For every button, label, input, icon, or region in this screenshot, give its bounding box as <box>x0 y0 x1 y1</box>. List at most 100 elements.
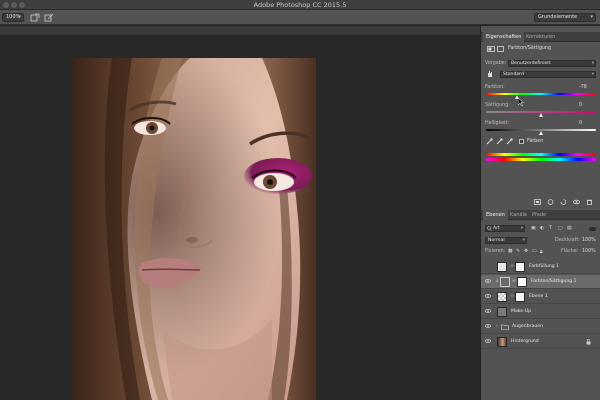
targeted-adjustment-hand-icon[interactable] <box>486 70 494 78</box>
link-icon: ∞ <box>510 264 514 269</box>
mouse-cursor-icon <box>518 98 524 106</box>
visibility-eye-icon[interactable] <box>485 294 491 298</box>
filter-pixel-icon[interactable]: ▣ <box>531 226 536 231</box>
lock-label: Fixieren: <box>485 249 506 254</box>
layer-name: Farbton/Sättigung 1 <box>531 279 577 284</box>
tab-paths[interactable]: Pfade <box>529 210 549 220</box>
lightness-value[interactable]: 0 <box>579 121 582 126</box>
visibility-eye-icon[interactable] <box>485 279 491 283</box>
hue-saturation-icon <box>497 46 504 52</box>
view-previous-state-icon[interactable] <box>547 199 554 205</box>
layer-mask-thumbnail <box>517 277 527 287</box>
filter-smart-object-icon[interactable]: ▤ <box>567 226 572 231</box>
lightness-slider-thumb[interactable] <box>538 131 543 135</box>
hue-slider-track[interactable] <box>486 93 596 95</box>
document-canvas[interactable] <box>72 58 316 400</box>
minimize-window-button[interactable] <box>11 2 17 8</box>
channel-value: Standard <box>503 72 524 77</box>
chevron-down-icon: ▾ <box>590 14 593 20</box>
tab-adjustments[interactable]: Korrekturen <box>523 32 558 42</box>
workspace-select[interactable]: Grundelemente ▾ <box>534 13 596 22</box>
layer-name: Ebene 1 <box>529 294 548 299</box>
channel-select[interactable]: Standard ▾ <box>500 71 596 78</box>
chevron-down-icon: ▾ <box>591 72 594 77</box>
window-title: Adobe Photoshop CC 2015.5 <box>253 1 347 9</box>
layer-name: Make-Up <box>511 309 532 314</box>
trash-icon[interactable] <box>586 199 593 205</box>
eyedropper-minus-icon[interactable] <box>506 138 513 145</box>
fill-value[interactable]: 100% <box>582 249 596 254</box>
chevron-down-icon: ▾ <box>18 14 21 20</box>
tab-properties[interactable]: Eigenschaften <box>483 32 525 42</box>
layer-row-augenbrauen[interactable]: › Augenbrauen <box>481 320 600 334</box>
visibility-eye-icon[interactable] <box>485 324 491 328</box>
folder-icon <box>501 324 509 330</box>
colorize-checkbox[interactable] <box>519 139 524 144</box>
layer-row-hue-saturation[interactable]: ↓ ∞ Farbton/Sättigung 1 <box>481 275 600 289</box>
eyedropper-plus-icon[interactable] <box>496 138 503 145</box>
filter-toggle[interactable] <box>589 227 596 231</box>
layer-row-ebene-1[interactable]: ∞ Ebene 1 <box>481 290 600 304</box>
chevron-right-icon[interactable]: › <box>496 324 498 329</box>
clipping-arrow-icon: ↓ <box>495 279 500 284</box>
tab-channels[interactable]: Kanäle <box>507 210 530 220</box>
reset-icon[interactable] <box>560 199 567 205</box>
lock-icon <box>586 339 591 345</box>
lock-artboard-icon[interactable]: ▭ <box>532 249 537 254</box>
zoom-select[interactable]: 100% ▾ <box>2 13 24 22</box>
filter-adjustment-icon[interactable]: ◐ <box>540 226 544 231</box>
layer-row-hintergrund[interactable]: Hintergrund <box>481 335 600 349</box>
layer-row-make-up[interactable]: Make-Up <box>481 305 600 319</box>
lock-image-icon[interactable]: ✎ <box>516 249 520 254</box>
right-panel-dock: Eigenschaften Korrekturen Farbton/Sättig… <box>480 26 600 400</box>
eyedropper-icon[interactable] <box>486 138 493 145</box>
preset-select[interactable]: Benutzerdefiniert ▾ <box>508 60 596 67</box>
resize-windows-icon[interactable] <box>30 13 40 22</box>
saturation-label: Sättigung: <box>485 103 510 108</box>
document-tab-strip <box>0 26 480 36</box>
tab-layers[interactable]: Ebenen <box>483 210 508 220</box>
chevron-down-icon: ▾ <box>522 238 525 243</box>
lock-position-icon[interactable]: ✥ <box>524 249 528 254</box>
clip-to-layer-icon[interactable] <box>534 199 541 205</box>
output-spectrum-bar <box>486 158 596 161</box>
lock-transparent-icon[interactable]: ▦ <box>508 249 513 254</box>
layer-thumbnail <box>497 337 507 347</box>
hue-value[interactable]: -78 <box>579 85 587 90</box>
saturation-value[interactable]: 0 <box>579 103 582 108</box>
filter-type-icon[interactable]: T <box>549 226 552 231</box>
input-spectrum-bar <box>486 153 596 156</box>
hue-label: Farbton: <box>485 85 505 90</box>
preset-value: Benutzerdefiniert <box>511 61 551 66</box>
zoom-window-button[interactable] <box>19 2 25 8</box>
preset-label: Vorgabe: <box>485 61 507 66</box>
layer-row-color-fill[interactable]: ∞ Farbfüllung 1 <box>481 260 600 274</box>
chevron-down-icon: ▾ <box>520 226 523 231</box>
colorize-label: Färben <box>527 139 544 144</box>
visibility-eye-icon[interactable] <box>573 199 580 205</box>
blend-mode-select[interactable]: Normal ▾ <box>485 237 527 244</box>
lightness-label: Helligkeit: <box>485 121 509 126</box>
layer-mask-thumbnail <box>515 262 525 272</box>
adjustment-thumbnail <box>500 277 510 287</box>
close-window-button[interactable] <box>3 2 9 8</box>
layer-thumbnail <box>497 307 507 317</box>
title-bar: Adobe Photoshop CC 2015.5 <box>0 0 600 10</box>
visibility-eye-icon[interactable] <box>485 339 491 343</box>
visibility-eye-icon[interactable] <box>485 309 491 313</box>
chevron-down-icon: ▾ <box>591 61 594 66</box>
layer-name: Hintergrund <box>511 339 539 344</box>
workspace-value: Grundelemente <box>538 14 578 20</box>
layer-thumbnail <box>497 292 507 302</box>
portrait-photo <box>72 58 316 400</box>
layer-name: Augenbrauen <box>512 324 543 329</box>
filter-shape-icon[interactable]: ▢ <box>558 226 563 231</box>
adjustment-layer-icon <box>487 46 495 52</box>
scrubby-zoom-icon[interactable] <box>44 13 54 22</box>
properties-header: Farbton/Sättigung <box>508 46 551 51</box>
opacity-value[interactable]: 100% <box>582 238 596 243</box>
blend-mode-value: Normal <box>488 238 505 243</box>
lock-all-icon[interactable]: 🔒︎ <box>540 249 543 255</box>
link-icon: ∞ <box>510 294 514 299</box>
saturation-slider-thumb[interactable] <box>538 113 543 117</box>
